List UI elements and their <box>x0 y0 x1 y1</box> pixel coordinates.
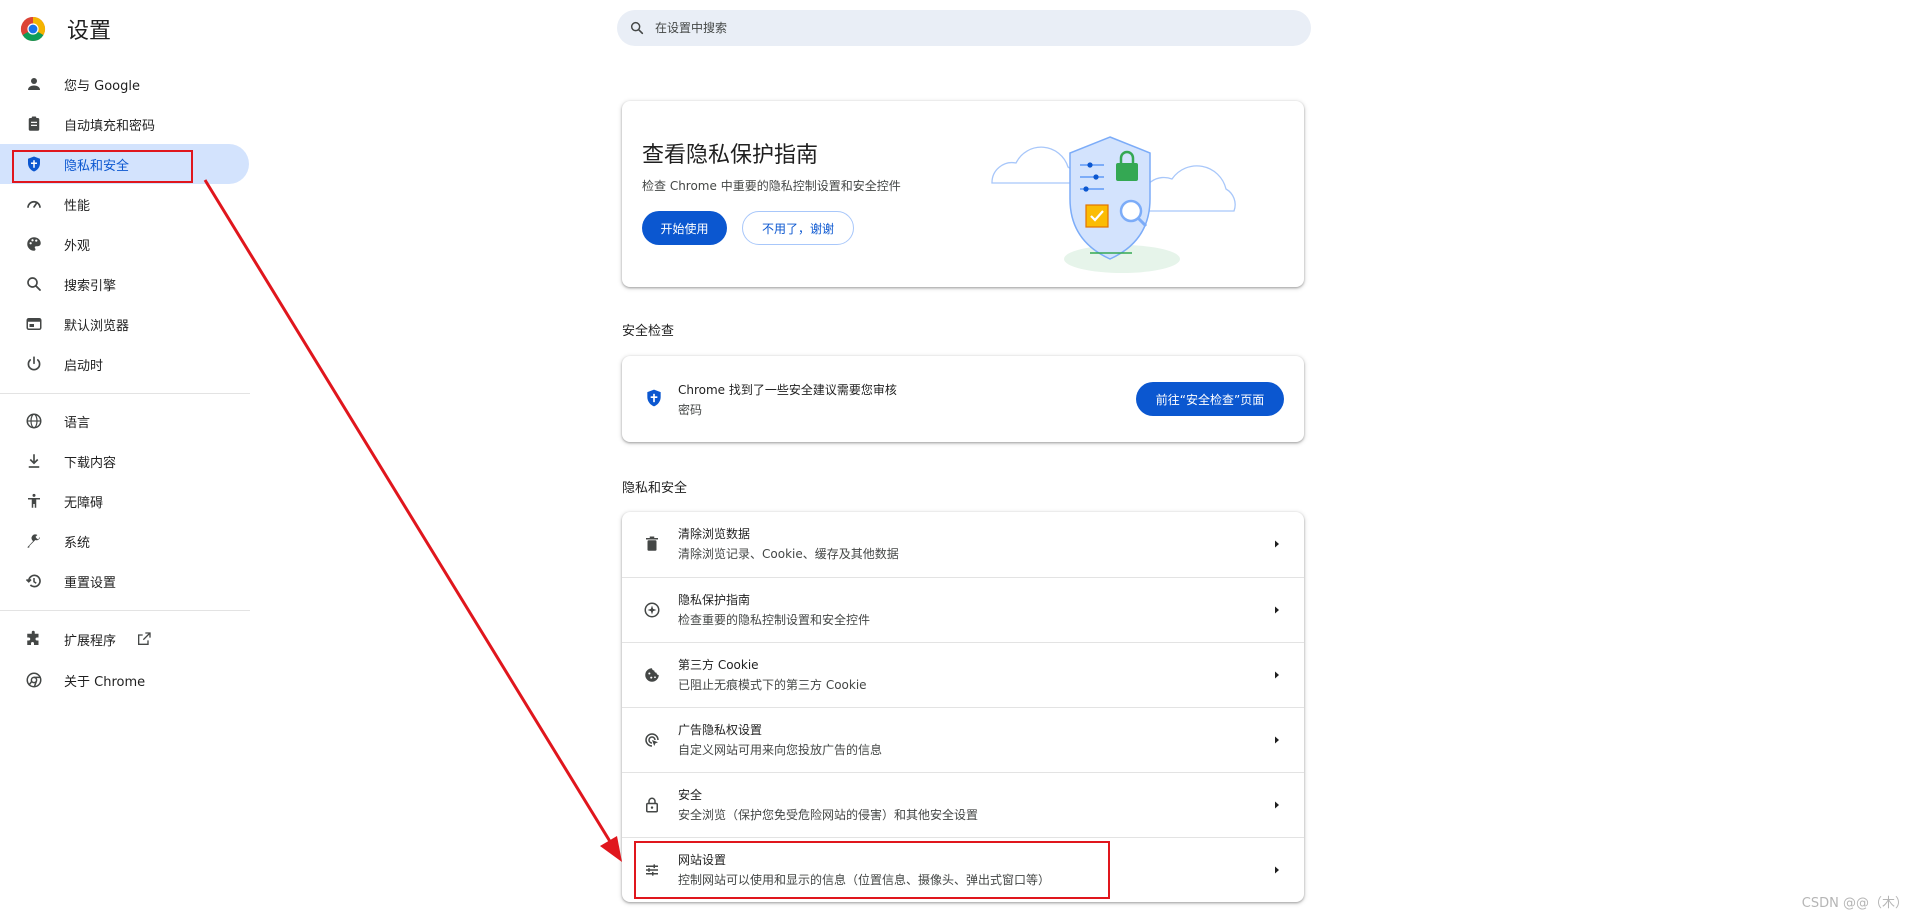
sidebar-item-reset[interactable]: 重置设置 <box>0 561 249 601</box>
row-subtitle: 已阻止无痕模式下的第三方 Cookie <box>678 678 867 692</box>
safety-check-card: Chrome 找到了一些安全建议需要您审核 密码 前往“安全检查”页面 <box>622 356 1304 442</box>
sidebar-divider <box>0 610 250 611</box>
chevron-right-icon <box>1275 801 1279 809</box>
search-icon <box>24 274 44 294</box>
sidebar-item-extensions[interactable]: 扩展程序 <box>0 619 249 659</box>
sidebar-item-label: 关于 Chrome <box>64 674 146 690</box>
sidebar-item-accessibility[interactable]: 无障碍 <box>0 481 249 521</box>
accessibility-icon <box>24 491 44 511</box>
cookie-icon <box>642 665 662 685</box>
chevron-right-icon <box>1275 866 1279 874</box>
clipboard-icon <box>24 114 44 134</box>
sidebar-item-label: 您与 Google <box>64 78 140 94</box>
sidebar-item-label: 默认浏览器 <box>64 318 130 334</box>
person-icon <box>24 74 44 94</box>
sidebar-item-search-engine[interactable]: 搜索引擎 <box>0 264 249 304</box>
chrome-logo-icon <box>20 16 46 42</box>
go-to-safety-check-button[interactable]: 前往“安全检查”页面 <box>1136 382 1284 416</box>
safety-check-detail: 密码 <box>678 403 703 417</box>
settings-search-bar[interactable] <box>617 10 1311 46</box>
start-privacy-guide-button[interactable]: 开始使用 <box>642 211 727 245</box>
download-icon <box>24 451 44 471</box>
sidebar-item-label: 性能 <box>64 198 91 214</box>
sidebar-item-about-chrome[interactable]: 关于 Chrome <box>0 660 249 700</box>
browser-window-icon <box>24 314 44 334</box>
sidebar-item-label: 下载内容 <box>64 455 117 471</box>
safety-check-heading: 安全检查 <box>622 324 675 339</box>
row-clear-browsing-data[interactable]: 清除浏览数据 清除浏览记录、Cookie、缓存及其他数据 <box>622 512 1304 577</box>
trash-icon <box>642 534 662 554</box>
chevron-right-icon <box>1275 671 1279 679</box>
row-subtitle: 安全浏览（保护您免受危险网站的侵害）和其他安全设置 <box>678 808 979 822</box>
sidebar-item-label: 外观 <box>64 238 91 254</box>
row-title: 清除浏览数据 <box>678 527 751 541</box>
privacy-guide-illustration <box>991 136 1236 273</box>
sidebar-item-label: 系统 <box>64 535 91 551</box>
open-in-new-icon <box>138 632 151 645</box>
shield-icon <box>647 389 661 407</box>
row-subtitle: 自定义网站可用来向您投放广告的信息 <box>678 743 883 757</box>
chevron-right-icon <box>1275 736 1279 744</box>
no-thanks-button[interactable]: 不用了，谢谢 <box>742 211 854 245</box>
row-title: 安全 <box>678 788 703 802</box>
privacy-guide-title: 查看隐私保护指南 <box>642 143 819 168</box>
sidebar-item-label: 自动填充和密码 <box>64 118 156 134</box>
privacy-guide-promo-card: 查看隐私保护指南 检查 Chrome 中重要的隐私控制设置和安全控件 开始使用 … <box>622 101 1304 287</box>
search-icon <box>630 21 644 35</box>
row-privacy-guide[interactable]: 隐私保护指南 检查重要的隐私控制设置和安全控件 <box>622 577 1304 642</box>
privacy-security-heading: 隐私和安全 <box>622 481 688 496</box>
sidebar-item-appearance[interactable]: 外观 <box>0 224 249 264</box>
row-subtitle: 检查重要的隐私控制设置和安全控件 <box>678 613 871 627</box>
annotation-highlight-box <box>12 150 193 183</box>
sidebar-item-autofill[interactable]: 自动填充和密码 <box>0 104 249 144</box>
palette-icon <box>24 234 44 254</box>
sidebar-item-downloads[interactable]: 下载内容 <box>0 441 249 481</box>
sidebar-item-label: 扩展程序 <box>64 633 117 649</box>
row-title: 隐私保护指南 <box>678 593 751 607</box>
ad-privacy-icon <box>642 730 662 750</box>
sidebar-item-default-browser[interactable]: 默认浏览器 <box>0 304 249 344</box>
sidebar-item-system[interactable]: 系统 <box>0 521 249 561</box>
row-title: 广告隐私权设置 <box>678 723 763 737</box>
sidebar-item-label: 搜索引擎 <box>64 278 117 294</box>
wrench-icon <box>24 531 44 551</box>
sidebar-item-label: 语言 <box>64 415 91 431</box>
safety-check-message: Chrome 找到了一些安全建议需要您审核 <box>678 383 897 397</box>
row-security[interactable]: 安全 安全浏览（保护您免受危险网站的侵害）和其他安全设置 <box>622 772 1304 837</box>
row-ad-privacy[interactable]: 广告隐私权设置 自定义网站可用来向您投放广告的信息 <box>622 707 1304 772</box>
chrome-icon <box>24 670 44 690</box>
row-subtitle: 清除浏览记录、Cookie、缓存及其他数据 <box>678 547 899 561</box>
search-input[interactable] <box>653 20 1257 36</box>
sidebar-item-label: 重置设置 <box>64 575 117 591</box>
page-title: 设置 <box>67 19 112 44</box>
watermark: CSDN @@（木） <box>1801 896 1908 911</box>
sidebar-item-you-and-google[interactable]: 您与 Google <box>0 64 249 104</box>
row-title: 第三方 Cookie <box>678 658 759 672</box>
row-third-party-cookies[interactable]: 第三方 Cookie 已阻止无痕模式下的第三方 Cookie <box>622 642 1304 707</box>
puzzle-icon <box>24 629 44 649</box>
chevron-right-icon <box>1275 606 1279 614</box>
sidebar-divider <box>0 393 250 394</box>
sidebar-item-performance[interactable]: 性能 <box>0 184 249 224</box>
sidebar-item-languages[interactable]: 语言 <box>0 401 249 441</box>
power-icon <box>24 354 44 374</box>
lock-icon <box>642 795 662 815</box>
speedometer-icon <box>24 194 44 214</box>
chevron-right-icon <box>1275 540 1279 548</box>
annotation-highlight-box <box>634 841 1110 899</box>
globe-icon <box>24 411 44 431</box>
sidebar-item-label: 启动时 <box>64 358 104 374</box>
compass-icon <box>642 600 662 620</box>
privacy-guide-description: 检查 Chrome 中重要的隐私控制设置和安全控件 <box>642 179 901 193</box>
sidebar-item-label: 无障碍 <box>64 495 104 511</box>
restore-icon <box>24 571 44 591</box>
sidebar-item-on-startup[interactable]: 启动时 <box>0 344 249 384</box>
